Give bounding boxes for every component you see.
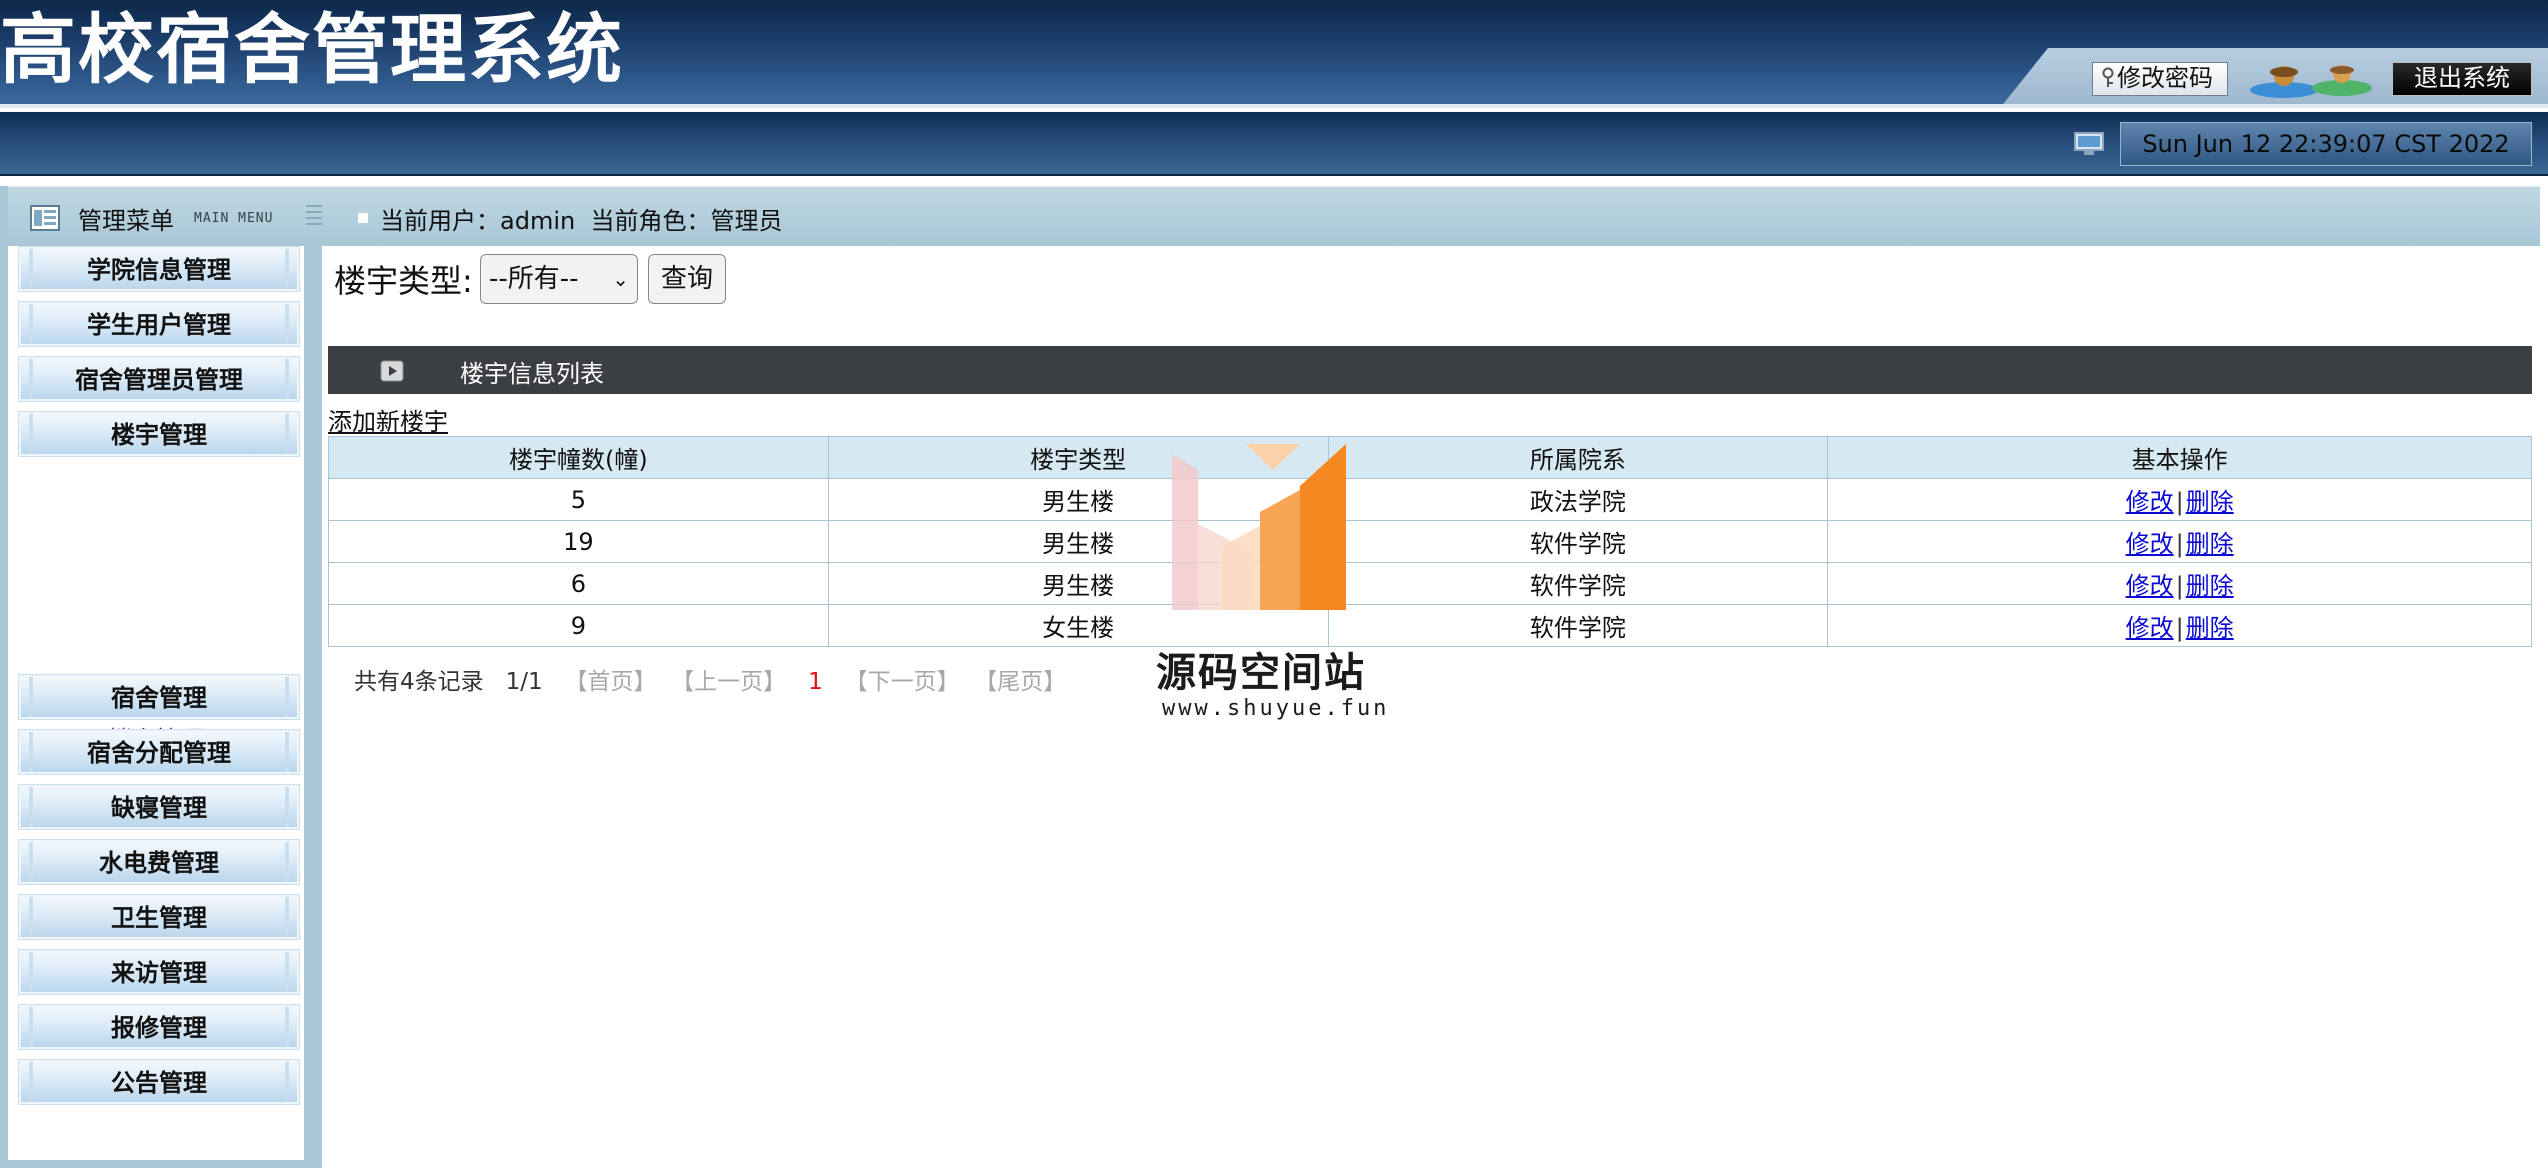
cell-ops: 修改|删除 bbox=[1827, 604, 2532, 647]
cell-dept: 软件学院 bbox=[1327, 562, 1829, 605]
delete-link[interactable]: 删除 bbox=[2186, 614, 2234, 642]
building-type-selected: --所有-- bbox=[489, 264, 579, 294]
table-header-row: 楼宇幢数(幢) 楼宇类型 所属院系 基本操作 bbox=[328, 436, 2532, 479]
list-header: 楼宇信息列表 bbox=[328, 346, 2532, 394]
pager-total: 共有4条记录 bbox=[354, 669, 484, 695]
sidebar-divider[interactable] bbox=[304, 246, 322, 1168]
query-button[interactable]: 查询 bbox=[648, 254, 726, 304]
frame-left bbox=[0, 186, 8, 1168]
cell-count: 5 bbox=[328, 478, 829, 521]
sidebar-item-label: 缺寝管理 bbox=[111, 794, 207, 822]
cell-ops: 修改|删除 bbox=[1827, 562, 2532, 605]
table-row: 19 男生楼 软件学院 修改|删除 bbox=[328, 520, 2532, 563]
building-type-label: 楼宇类型: bbox=[334, 262, 473, 300]
building-type-select[interactable]: --所有-- ⌄ bbox=[480, 254, 638, 304]
menu-icon bbox=[30, 205, 60, 231]
menu-bar: 管理菜单 MAIN MENU 当前用户：admin 当前角色：管理员 bbox=[8, 186, 2540, 246]
sidebar-item-label: 宿舍分配管理 bbox=[87, 739, 231, 767]
pager-first[interactable]: 【首页】 bbox=[565, 669, 657, 695]
menu-title-en: MAIN MENU bbox=[194, 211, 274, 226]
edit-link[interactable]: 修改 bbox=[2126, 488, 2174, 516]
pager-last[interactable]: 【尾页】 bbox=[974, 669, 1066, 695]
app-title: 高校宿舍管理系统 bbox=[0, 5, 624, 94]
logout-button[interactable]: 退出系统 bbox=[2392, 62, 2532, 96]
table-row: 9 女生楼 软件学院 修改|删除 bbox=[328, 604, 2532, 647]
cell-dept: 政法学院 bbox=[1327, 478, 1829, 521]
sidebar-item-label: 宿舍管理 bbox=[111, 684, 207, 712]
pager-next[interactable]: 【下一页】 bbox=[845, 669, 960, 695]
sidebar-item-notices[interactable]: 公告管理 bbox=[18, 1059, 300, 1105]
pager-current: 1 bbox=[808, 669, 823, 695]
edit-link[interactable]: 修改 bbox=[2126, 572, 2174, 600]
sidebar-item-label: 学生用户管理 bbox=[87, 311, 231, 339]
sidebar-item-dorms[interactable]: 宿舍管理 bbox=[18, 674, 300, 720]
list-title: 楼宇信息列表 bbox=[460, 360, 604, 388]
sidebar-item-label: 报修管理 bbox=[111, 1014, 207, 1042]
sidebar-item-student-users[interactable]: 学生用户管理 bbox=[18, 301, 300, 347]
sidebar-item-buildings[interactable]: 楼宇管理 bbox=[18, 411, 300, 457]
op-separator: | bbox=[2175, 614, 2184, 642]
watermark-url: www.shuyue.fun bbox=[1162, 696, 1390, 721]
datetime-display: Sun Jun 12 22:39:07 CST 2022 bbox=[2120, 122, 2532, 166]
sidebar-item-dorm-allocation[interactable]: 宿舍分配管理 bbox=[18, 729, 300, 775]
sidebar-item-label: 学院信息管理 bbox=[87, 256, 231, 284]
cell-ops: 修改|删除 bbox=[1827, 520, 2532, 563]
table-row: 6 男生楼 软件学院 修改|删除 bbox=[328, 562, 2532, 605]
main-content: 楼宇类型: --所有-- ⌄ 查询 楼宇信息列表 添加新楼宇 楼宇幢数(幢) 楼… bbox=[322, 246, 2548, 1168]
column-header: 所属院系 bbox=[1327, 436, 1829, 479]
delete-link[interactable]: 删除 bbox=[2186, 530, 2234, 558]
cell-dept: 软件学院 bbox=[1327, 604, 1829, 647]
cell-ops: 修改|删除 bbox=[1827, 478, 2532, 521]
delete-link[interactable]: 删除 bbox=[2186, 572, 2234, 600]
bullet-icon bbox=[358, 213, 368, 223]
cell-dept: 软件学院 bbox=[1327, 520, 1829, 563]
play-icon bbox=[380, 360, 404, 382]
buildings-table: 楼宇幢数(幢) 楼宇类型 所属院系 基本操作 5 男生楼 政法学院 修改|删除 … bbox=[328, 436, 2532, 647]
watermark-name: 源码空间站 bbox=[1156, 650, 1366, 696]
users-icon bbox=[2250, 65, 2372, 98]
monitor-icon bbox=[2074, 132, 2104, 155]
column-header: 楼宇幢数(幢) bbox=[328, 436, 829, 479]
status-bar: Sun Jun 12 22:39:07 CST 2022 bbox=[0, 112, 2548, 176]
sidebar-item-label: 公告管理 bbox=[111, 1069, 207, 1097]
sidebar-item-absence[interactable]: 缺寝管理 bbox=[18, 784, 300, 830]
change-password-button[interactable]: 修改密码 bbox=[2092, 62, 2228, 96]
sidebar-item-college-info[interactable]: 学院信息管理 bbox=[18, 246, 300, 292]
key-icon bbox=[2102, 67, 2114, 87]
cell-count: 19 bbox=[328, 520, 829, 563]
current-user-info: 当前用户：admin 当前角色：管理员 bbox=[380, 207, 783, 235]
sidebar: 学院信息管理 学生用户管理 宿舍管理员管理 楼宇管理 楼宇管理 宿舍管理 宿舍分… bbox=[8, 246, 304, 1160]
column-header: 基本操作 bbox=[1827, 436, 2532, 479]
sidebar-item-visitors[interactable]: 来访管理 bbox=[18, 949, 300, 995]
change-password-label: 修改密码 bbox=[2117, 64, 2213, 92]
sidebar-item-utility-fees[interactable]: 水电费管理 bbox=[18, 839, 300, 885]
edit-link[interactable]: 修改 bbox=[2126, 614, 2174, 642]
cell-count: 6 bbox=[328, 562, 829, 605]
pagination: 共有4条记录 1/1 【首页】 【上一页】 1 【下一页】 【尾页】 bbox=[354, 662, 1066, 696]
sidebar-item-label: 楼宇管理 bbox=[111, 421, 207, 449]
header: 高校宿舍管理系统 修改密码 退出系统 bbox=[0, 0, 2548, 108]
table-row: 5 男生楼 政法学院 修改|删除 bbox=[328, 478, 2532, 521]
chevron-down-icon: ⌄ bbox=[612, 267, 629, 291]
grip-icon bbox=[306, 205, 322, 225]
op-separator: | bbox=[2175, 572, 2184, 600]
sidebar-item-dorm-admins[interactable]: 宿舍管理员管理 bbox=[18, 356, 300, 402]
sidebar-bottom-frame bbox=[0, 1160, 322, 1168]
sidebar-item-repairs[interactable]: 报修管理 bbox=[18, 1004, 300, 1050]
cell-count: 9 bbox=[328, 604, 829, 647]
sidebar-item-label: 卫生管理 bbox=[111, 904, 207, 932]
sidebar-item-hygiene[interactable]: 卫生管理 bbox=[18, 894, 300, 940]
delete-link[interactable]: 删除 bbox=[2186, 488, 2234, 516]
pager-prev[interactable]: 【上一页】 bbox=[671, 669, 786, 695]
menu-title: 管理菜单 bbox=[78, 207, 174, 235]
op-separator: | bbox=[2175, 530, 2184, 558]
add-building-link[interactable]: 添加新楼宇 bbox=[328, 402, 448, 437]
sidebar-item-label: 来访管理 bbox=[111, 959, 207, 987]
edit-link[interactable]: 修改 bbox=[2126, 530, 2174, 558]
op-separator: | bbox=[2175, 488, 2184, 516]
pager-page-info: 1/1 bbox=[505, 669, 543, 695]
sidebar-item-label: 水电费管理 bbox=[99, 849, 219, 877]
header-band bbox=[0, 104, 2548, 108]
sidebar-item-label: 宿舍管理员管理 bbox=[75, 366, 243, 394]
